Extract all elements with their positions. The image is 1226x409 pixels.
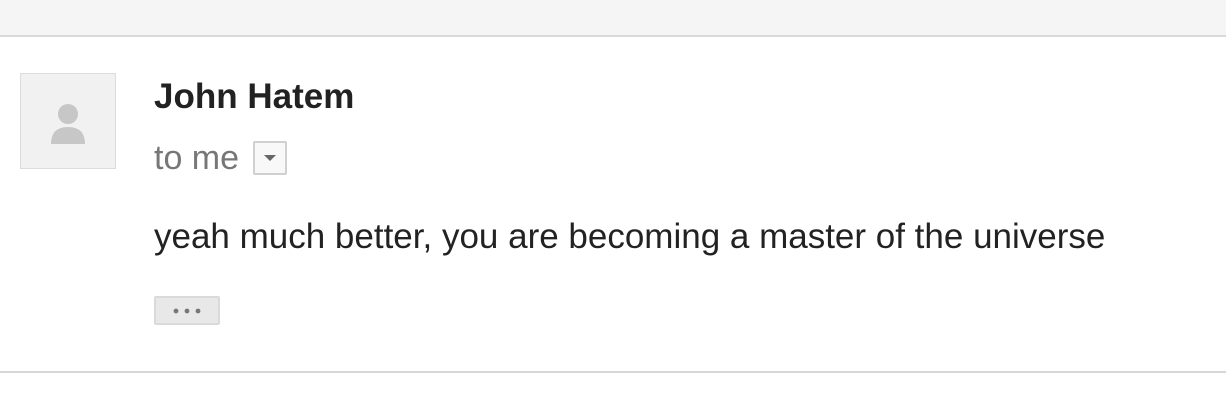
person-silhouette-icon [51,104,85,144]
previous-message-strip [0,0,1226,37]
ellipsis-icon [173,308,201,313]
chevron-down-icon [264,155,277,161]
recipients-line: to me [154,138,288,178]
email-message: John Hatem to me yeah much better, you a… [0,37,1226,372]
sender-avatar [20,73,116,169]
sender-name[interactable]: John Hatem [154,77,354,117]
show-details-button[interactable] [253,141,288,175]
message-body: yeah much better, you are becoming a mas… [154,217,1106,256]
recipients-label: to me [154,139,240,177]
next-message-strip [0,373,1226,409]
show-trimmed-content-button[interactable] [154,296,220,325]
